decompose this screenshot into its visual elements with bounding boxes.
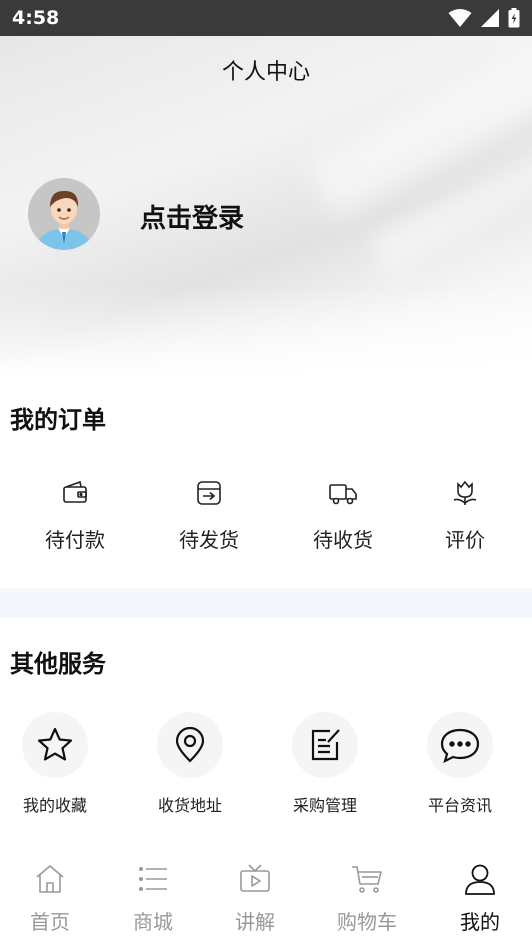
tab-label: 我的 <box>460 910 500 934</box>
order-pending-receipt[interactable]: 待收货 <box>298 478 388 553</box>
service-label: 我的收藏 <box>22 796 87 815</box>
order-label: 评价 <box>445 528 485 552</box>
tab-label: 购物车 <box>337 910 397 934</box>
truck-icon <box>329 484 357 505</box>
list-icon <box>138 867 167 891</box>
chat-bubble-icon <box>440 728 480 764</box>
login-link[interactable]: 点击登录 <box>140 198 244 235</box>
tv-icon <box>240 864 270 892</box>
tab-explain[interactable]: 讲解 <box>210 862 300 935</box>
tab-label: 讲解 <box>235 910 275 934</box>
orders-section-title: 我的订单 <box>10 406 106 434</box>
star-icon <box>37 727 73 761</box>
service-address[interactable]: 收货地址 <box>135 712 245 816</box>
signal-icon <box>481 9 499 27</box>
order-pending-shipment[interactable]: 待发货 <box>164 478 254 553</box>
service-label: 收货地址 <box>157 796 222 815</box>
order-label: 待收货 <box>313 528 373 552</box>
hero-background-fade <box>0 286 532 376</box>
status-time: 4:58 <box>12 7 60 29</box>
tab-cart[interactable]: 购物车 <box>322 862 412 935</box>
orders-row: 待付款 待发货 待收货 评价 <box>0 478 532 558</box>
service-icon-circle <box>22 712 88 778</box>
status-icons <box>448 8 520 28</box>
bottom-tab-bar: 首页 商城 讲解 购物车 我的 <box>0 852 532 948</box>
page-title: 个人中心 <box>221 60 310 85</box>
service-icon-circle <box>157 712 223 778</box>
service-news[interactable]: 平台资讯 <box>405 712 515 816</box>
service-label: 采购管理 <box>292 796 357 815</box>
order-pending-payment[interactable]: 待付款 <box>30 478 120 553</box>
service-icon-circle <box>427 712 493 778</box>
tab-home[interactable]: 首页 <box>5 862 95 935</box>
avatar[interactable] <box>28 178 100 250</box>
tab-mall[interactable]: 商城 <box>108 862 198 935</box>
home-icon <box>36 865 64 893</box>
order-label: 待付款 <box>45 528 105 552</box>
tab-mine[interactable]: 我的 <box>435 862 525 935</box>
profile-header: 个人中心 点击登录 <box>0 36 532 376</box>
wifi-icon <box>448 9 472 27</box>
services-row: 我的收藏 收货地址 采购管理 平台资讯 <box>0 712 532 822</box>
tulip-icon <box>453 480 477 505</box>
wallet-icon <box>63 480 87 503</box>
tab-label: 商城 <box>133 910 173 934</box>
order-review[interactable]: 评价 <box>420 478 510 553</box>
section-divider <box>0 588 532 618</box>
service-procurement[interactable]: 采购管理 <box>270 712 380 816</box>
order-label: 待发货 <box>179 528 239 552</box>
ship-box-icon <box>197 481 221 505</box>
cart-icon <box>352 866 382 893</box>
service-label: 平台资讯 <box>427 796 492 815</box>
services-section-title: 其他服务 <box>10 650 106 678</box>
tab-label: 首页 <box>30 910 70 934</box>
status-bar: 4:58 <box>0 0 532 36</box>
user-icon <box>465 864 495 895</box>
service-favorites[interactable]: 我的收藏 <box>0 712 110 816</box>
edit-note-icon <box>311 729 340 761</box>
location-pin-icon <box>175 726 205 763</box>
battery-charging-icon <box>508 8 520 28</box>
service-icon-circle <box>292 712 358 778</box>
default-avatar-icon <box>28 178 100 250</box>
